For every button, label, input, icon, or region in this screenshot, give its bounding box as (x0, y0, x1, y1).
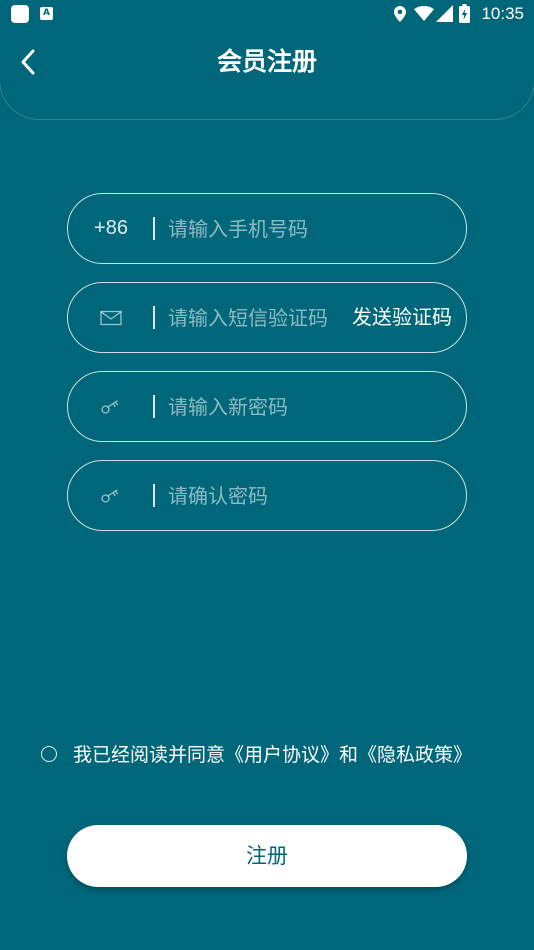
phone-field: +86 (67, 193, 467, 264)
agreement-conjunction: 和 (339, 744, 359, 766)
sms-icon-wrap (68, 283, 154, 352)
key-icon (101, 399, 119, 414)
privacy-policy-link[interactable]: 《隐私政策》 (358, 744, 472, 766)
key-icon (101, 488, 119, 503)
country-code-prefix[interactable]: +86 (68, 194, 154, 263)
send-code-button[interactable]: 发送验证码 (352, 283, 452, 352)
field-divider (153, 484, 155, 507)
agreement-row: 我已经阅读并同意《用户协议》和《隐私政策》 (39, 740, 509, 770)
agreement-checkbox[interactable] (41, 746, 57, 762)
agreement-prefix: 我已经阅读并同意 (73, 744, 226, 766)
sms-code-field: 发送验证码 (67, 282, 467, 353)
new-password-field (67, 371, 467, 442)
field-divider (153, 217, 155, 240)
confirm-password-field (67, 460, 467, 531)
agreement-text: 我已经阅读并同意《用户协议》和《隐私政策》 (73, 740, 472, 770)
new-password-input[interactable] (168, 372, 448, 441)
key-icon-wrap (68, 461, 154, 530)
page-title: 会员注册 (216, 47, 317, 76)
envelope-icon (100, 310, 122, 325)
key-icon-wrap (68, 372, 154, 441)
user-agreement-link[interactable]: 《用户协议》 (225, 744, 339, 766)
field-divider (153, 395, 155, 418)
phone-input[interactable] (168, 194, 448, 263)
confirm-password-input[interactable] (168, 461, 448, 530)
field-divider (153, 306, 155, 329)
sms-code-input[interactable] (168, 283, 340, 352)
register-button[interactable]: 注册 (67, 825, 467, 887)
